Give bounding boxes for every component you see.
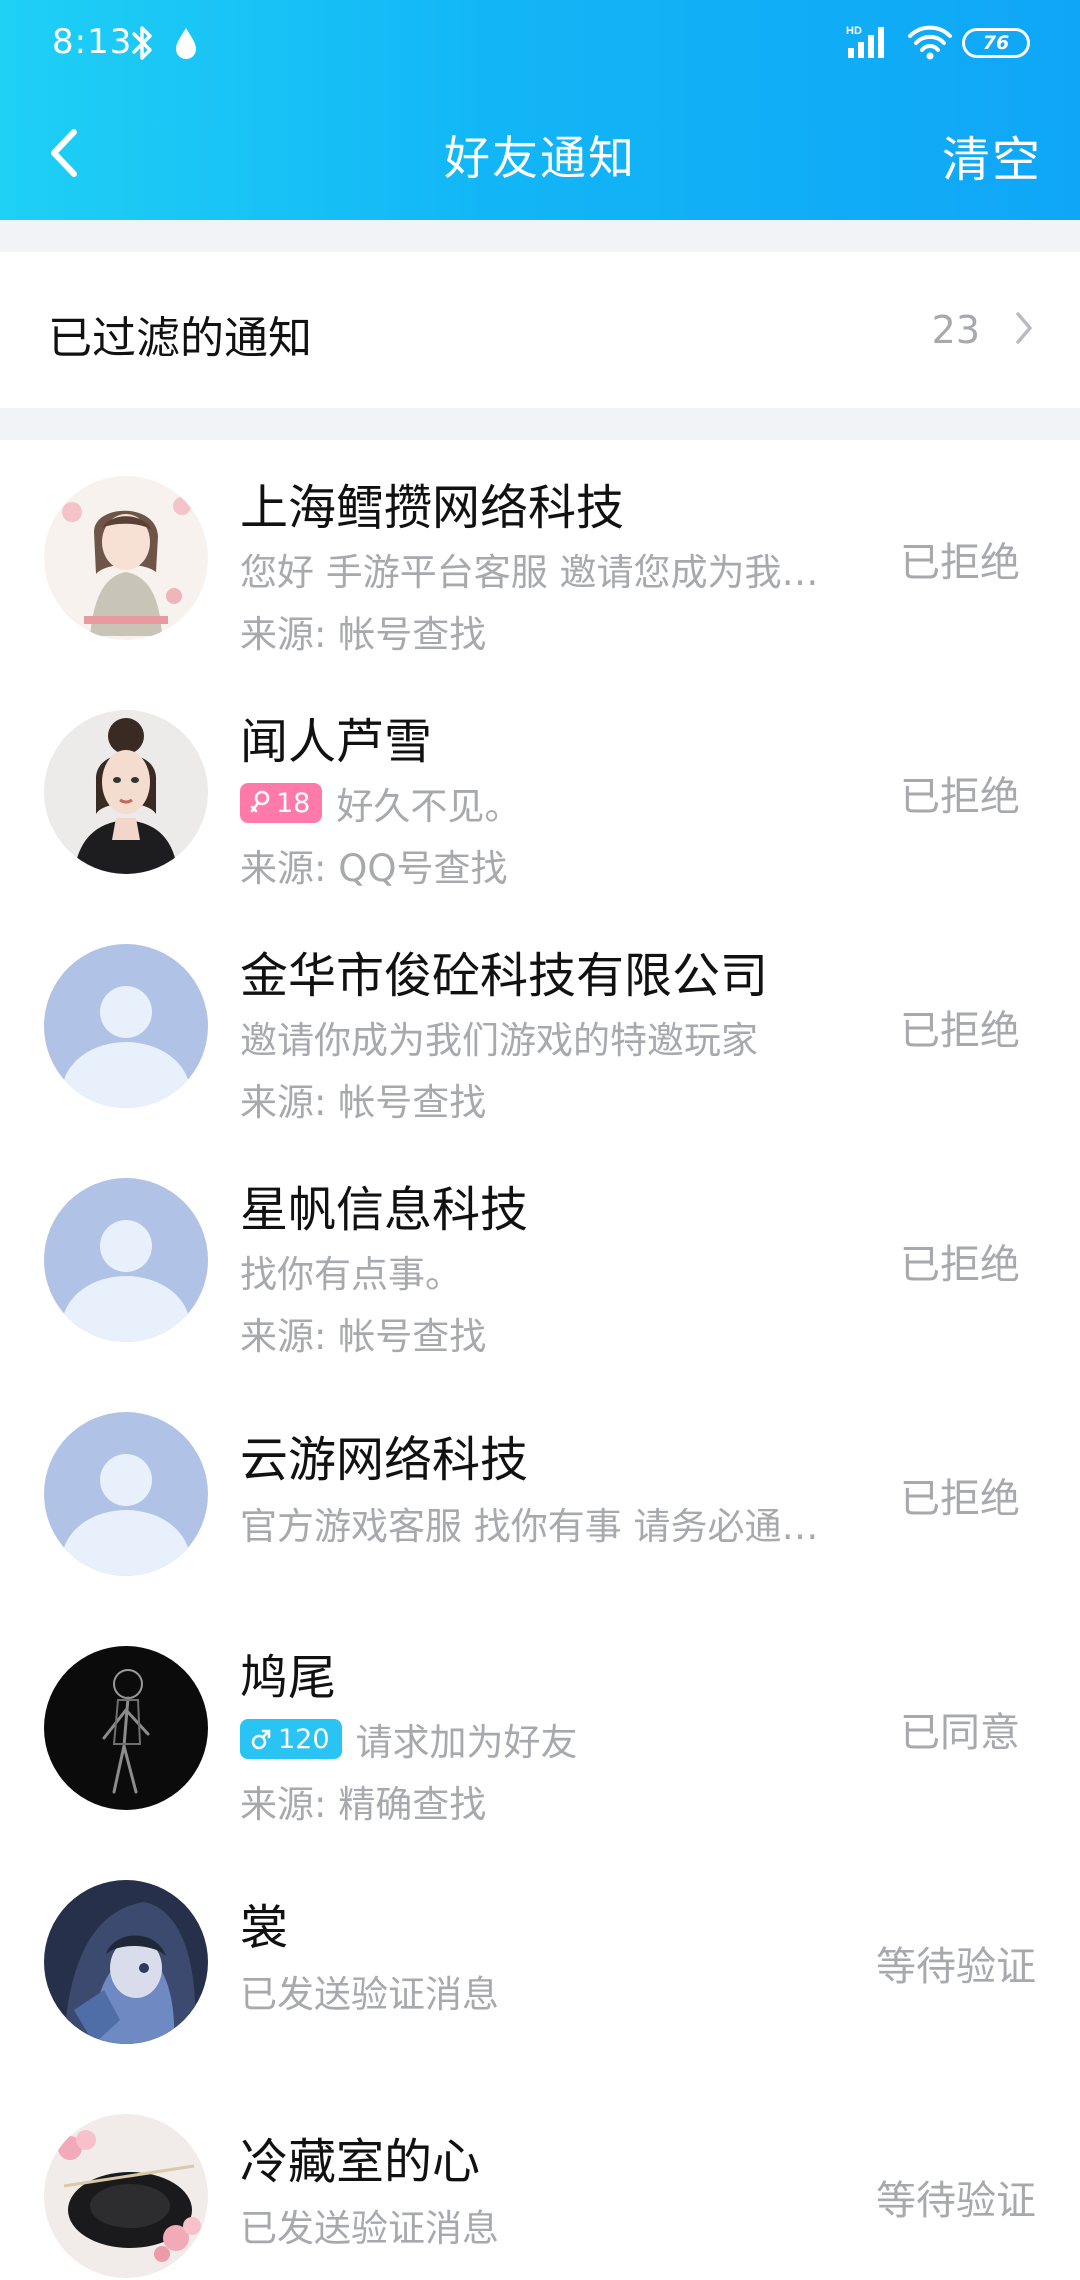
- badge-value: 18: [276, 787, 311, 819]
- section-divider: [0, 220, 1080, 252]
- filtered-notifications-row[interactable]: 已过滤的通知 23: [0, 252, 1080, 408]
- contact-name: 上海鳕攒网络科技: [240, 480, 625, 536]
- request-message: 找你有点事。: [240, 1253, 462, 1296]
- battery-level: 76: [982, 32, 1010, 54]
- section-divider: [0, 408, 1080, 440]
- signal-icon: HD: [846, 25, 884, 58]
- source-label: 来源: 帐号查找: [240, 613, 487, 656]
- page-title: 好友通知: [444, 131, 636, 185]
- list-item[interactable]: 裳 已发送验证消息 等待验证: [0, 1844, 1080, 2078]
- contact-name: 裳: [240, 1900, 289, 1956]
- source-label: 来源: 帐号查找: [240, 1315, 487, 1358]
- contact-name: 鸠尾: [240, 1650, 337, 1706]
- status-bar: 8:13 HD 76: [0, 0, 1080, 88]
- status-label: 已拒绝: [900, 1476, 1020, 1522]
- list-item[interactable]: 云游网络科技 官方游戏客服 找你有事 请务必通… 已拒绝: [0, 1376, 1080, 1610]
- list-item[interactable]: 金华市俊砼科技有限公司 邀请你成为我们游戏的特邀玩家 来源: 帐号查找 已拒绝: [0, 908, 1080, 1142]
- water-drop-icon: [176, 28, 196, 59]
- female-icon: [250, 790, 270, 813]
- source-label: 来源: 帐号查找: [240, 1081, 487, 1124]
- list-item[interactable]: 冷藏室的心 已发送验证消息 等待验证: [0, 2078, 1080, 2280]
- contact-name: 云游网络科技: [240, 1432, 529, 1488]
- request-message: 已发送验证消息: [240, 2207, 499, 2250]
- navigation-bar: 好友通知 清空: [0, 88, 1080, 220]
- default-avatar: [44, 1412, 208, 1576]
- request-message: 已发送验证消息: [240, 1973, 499, 2016]
- male-icon: [251, 1729, 271, 1750]
- request-message: 官方游戏客服 找你有事 请务必通…: [240, 1505, 819, 1548]
- contact-name: 星帆信息科技: [240, 1182, 529, 1238]
- status-label: 等待验证: [876, 1944, 1036, 1990]
- source-label: 来源: QQ号查找: [240, 847, 508, 890]
- request-message: 您好 手游平台客服 邀请您成为我…: [240, 551, 819, 594]
- contact-name: 闻人芦雪: [240, 714, 433, 770]
- list-item[interactable]: 闻人芦雪 18 好久不见。 来源: QQ号查找 已拒绝: [0, 674, 1080, 908]
- wifi-icon: [908, 25, 952, 60]
- gender-age-badge: 18: [240, 783, 323, 823]
- header: 8:13 HD 76 好友通知 清空: [0, 0, 1080, 220]
- request-message: 邀请你成为我们游戏的特邀玩家: [240, 1019, 758, 1062]
- anime-girl-avatar: [44, 476, 208, 640]
- woman-photo-avatar: [44, 710, 208, 874]
- status-label: 等待验证: [876, 2178, 1036, 2224]
- clear-button[interactable]: 清空: [942, 120, 1042, 190]
- default-avatar: [44, 1178, 208, 1342]
- status-time: 8:13: [52, 22, 133, 62]
- filtered-count: 23: [931, 308, 980, 352]
- list-item[interactable]: 星帆信息科技 找你有点事。 来源: 帐号查找 已拒绝: [0, 1142, 1080, 1376]
- default-avatar: [44, 944, 208, 1108]
- request-message: 好久不见。: [336, 785, 522, 828]
- status-label: 已拒绝: [900, 774, 1020, 820]
- gender-age-badge: 120: [240, 1719, 342, 1759]
- filtered-notifications-label: 已过滤的通知: [48, 313, 312, 364]
- list-item[interactable]: 上海鳕攒网络科技 您好 手游平台客服 邀请您成为我… 来源: 帐号查找 已拒绝: [0, 440, 1080, 674]
- anime-hood-avatar: [44, 1880, 208, 2044]
- battery-indicator: 76: [962, 28, 1030, 58]
- contact-name: 金华市俊砼科技有限公司: [240, 948, 769, 1004]
- status-label: 已同意: [900, 1710, 1020, 1756]
- contact-name: 冷藏室的心: [240, 2134, 481, 2190]
- flower-plate-avatar: [44, 2114, 208, 2278]
- status-label: 已拒绝: [900, 540, 1020, 586]
- badge-value: 120: [278, 1723, 330, 1755]
- request-message: 请求加为好友: [355, 1721, 578, 1764]
- dark-figure-avatar: [44, 1646, 208, 1810]
- list-item[interactable]: 鸠尾 120 请求加为好友 来源: 精确查找 已同意: [0, 1610, 1080, 1844]
- status-label: 已拒绝: [900, 1242, 1020, 1288]
- source-label: 来源: 精确查找: [240, 1783, 487, 1826]
- signal-hd-label: HD: [846, 25, 862, 37]
- bluetooth-icon: [132, 26, 152, 60]
- status-label: 已拒绝: [900, 1008, 1020, 1054]
- chevron-right-icon: [1016, 312, 1032, 344]
